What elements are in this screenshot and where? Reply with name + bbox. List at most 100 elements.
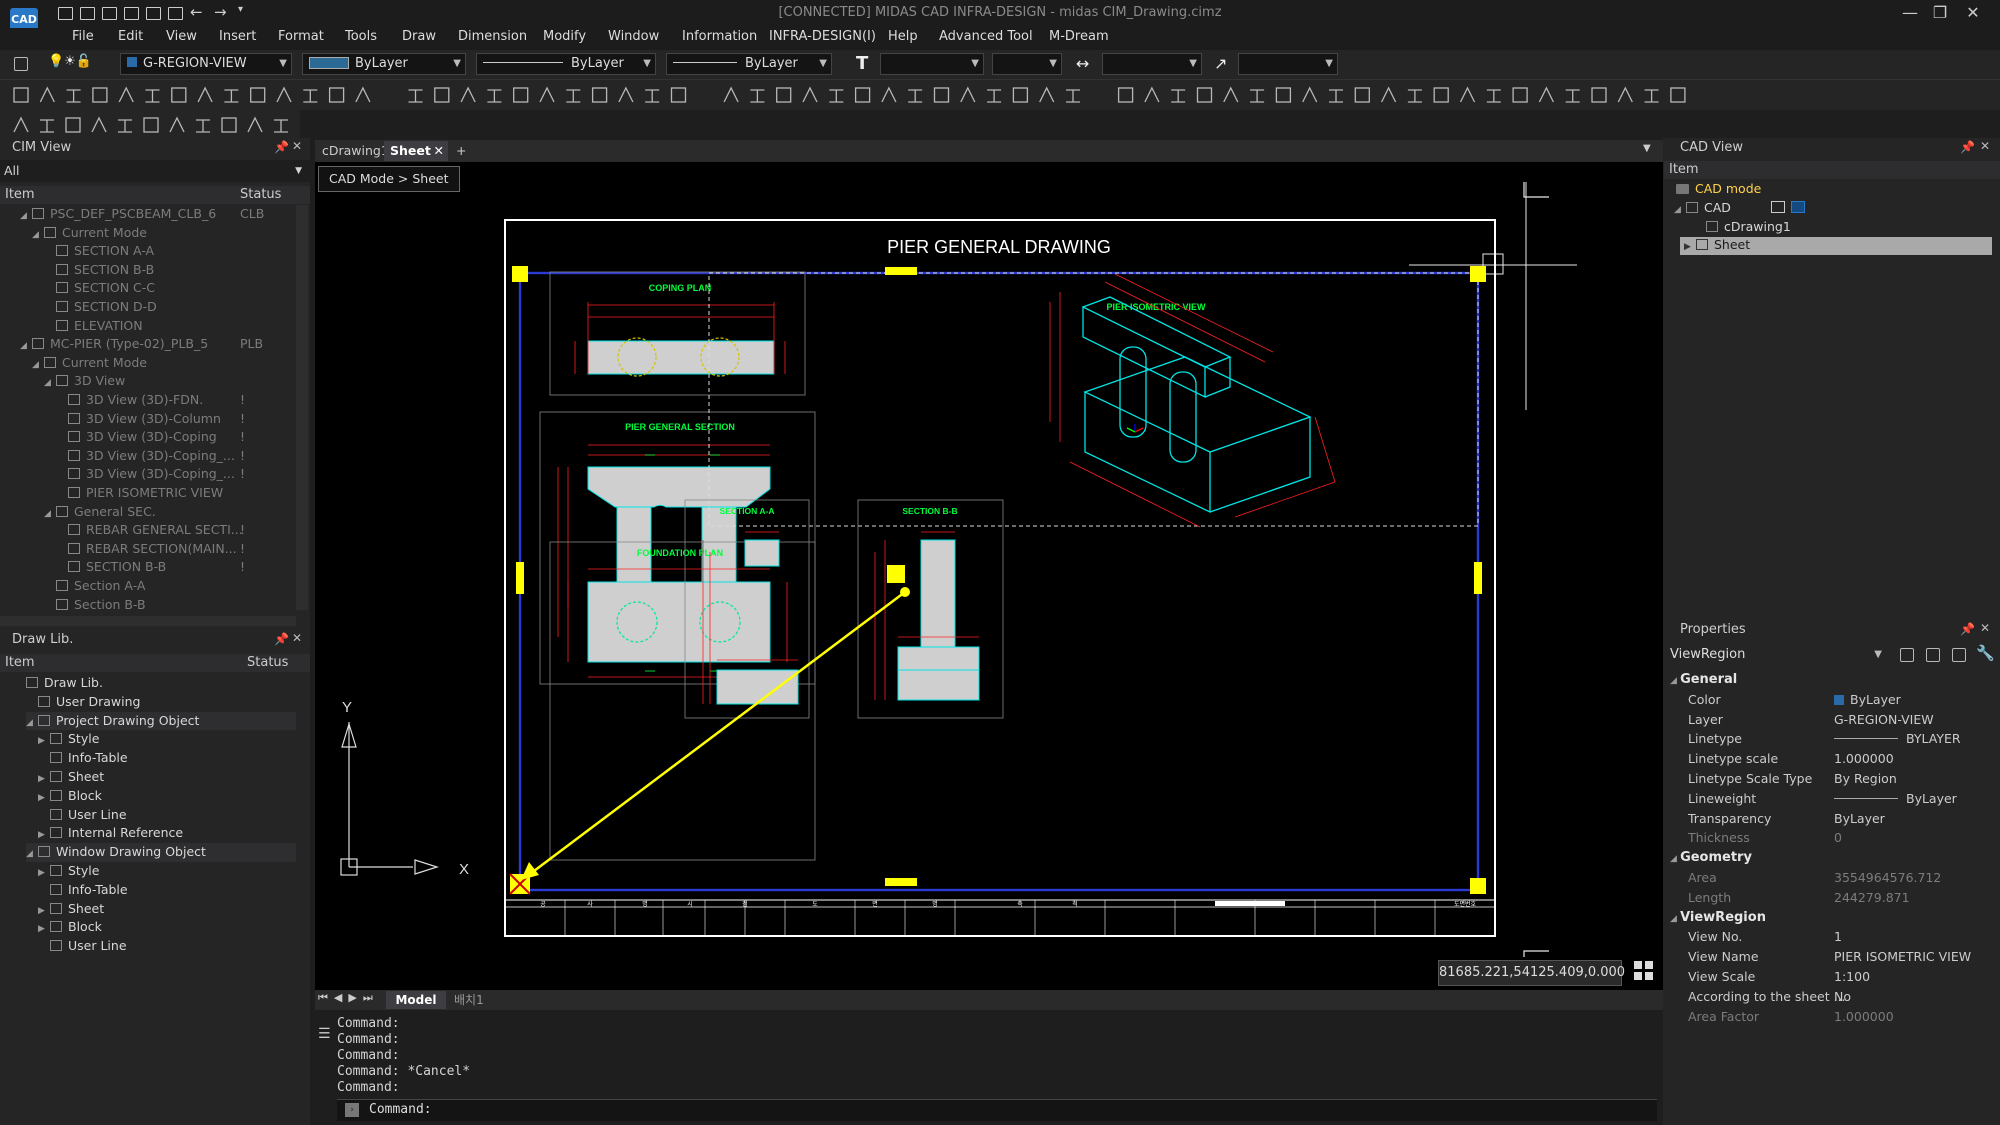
sheet-frame[interactable] xyxy=(504,219,1496,937)
window-icon[interactable] xyxy=(1770,201,1785,213)
tool-icon[interactable] xyxy=(355,86,371,103)
tool-icon[interactable] xyxy=(987,89,1002,103)
tool-icon[interactable] xyxy=(169,116,185,133)
drawing-svg[interactable]: PIER GENERAL DRAWING 공 사 명 시 점 도 면 명 축 척 도면번호 COPI… xyxy=(315,162,1663,990)
close-icon[interactable]: ✕ xyxy=(292,139,302,153)
property-value[interactable]: No xyxy=(1834,989,1851,1004)
tool-icon[interactable] xyxy=(1223,86,1239,103)
tool-icon[interactable] xyxy=(408,89,423,103)
tool-icon[interactable] xyxy=(1538,86,1554,103)
tool-icon[interactable] xyxy=(13,116,29,133)
tool-icon[interactable] xyxy=(1275,87,1292,103)
pin-icon[interactable]: 📌 xyxy=(274,140,289,154)
tree-row[interactable]: ◢ 3D View xyxy=(44,372,125,391)
lib-tree-row[interactable]: User Drawing xyxy=(26,693,140,712)
property-value[interactable]: BYLAYER xyxy=(1834,731,1961,746)
tool-icon[interactable] xyxy=(434,87,450,103)
lib-tree-row[interactable]: Info-Table xyxy=(38,749,128,768)
property-grid[interactable]: ◢ General Color ByLayer Layer G-REGION-VIEW L… xyxy=(1664,668,2000,1038)
tool-icon[interactable] xyxy=(143,117,159,133)
tool-icon[interactable] xyxy=(829,89,844,103)
layout-nav-icons[interactable]: ⏮◀▶⏭ xyxy=(318,991,379,1005)
tree-row[interactable]: 3D View (3D)-Coping_... xyxy=(56,465,235,484)
expand-icon[interactable]: ◢ xyxy=(26,714,38,733)
tool-icon[interactable] xyxy=(618,86,634,103)
tool-icon[interactable] xyxy=(13,87,29,103)
expand-icon[interactable]: ◢ xyxy=(44,374,56,393)
tool-icon[interactable] xyxy=(645,89,660,103)
tool-icon[interactable] xyxy=(1329,89,1343,103)
tree-row[interactable]: SECTION D-D xyxy=(44,298,157,317)
expand-icon[interactable]: ◢ xyxy=(32,356,44,375)
cad-tree-cdrawing1[interactable]: cDrawing1 xyxy=(1706,218,1791,237)
tree-row[interactable]: ◢ General SEC. xyxy=(44,503,156,522)
wrench-icon[interactable]: 🔧 xyxy=(1976,644,1995,662)
select-objects-icon[interactable] xyxy=(1926,648,1940,662)
tool-icon[interactable] xyxy=(881,86,897,103)
tool-icon[interactable] xyxy=(933,87,950,103)
tool-icon[interactable] xyxy=(776,87,792,103)
text-style-icon[interactable]: T xyxy=(856,53,868,74)
menu-insert[interactable]: Insert xyxy=(219,29,256,44)
lib-tree-row[interactable]: User Line xyxy=(38,937,127,956)
close-icon[interactable]: ✕ xyxy=(292,631,302,645)
tree-row[interactable]: REBAR SECTION(MAIN... xyxy=(56,540,237,559)
expand-icon[interactable]: ▶ xyxy=(38,864,50,883)
close-icon[interactable]: ✕ xyxy=(434,141,444,161)
layer-combo[interactable]: G-REGION-VIEW ▼ xyxy=(120,53,292,75)
property-section[interactable]: ◢ Geometry xyxy=(1670,850,1752,865)
tree-row[interactable]: PIER ISOMETRIC VIEW xyxy=(56,484,223,503)
menu-view[interactable]: View xyxy=(166,29,197,44)
menu-m-dream[interactable]: M-Dream xyxy=(1049,29,1109,44)
tool-icon[interactable] xyxy=(250,87,266,103)
cad-tree-cad[interactable]: ◢ CAD xyxy=(1674,199,1805,218)
maximize-button[interactable]: ❐ xyxy=(1925,3,1955,22)
property-value[interactable]: By Region xyxy=(1834,771,1897,786)
pin-icon[interactable]: 📌 xyxy=(1960,622,1975,636)
tool-icon[interactable] xyxy=(1039,86,1055,103)
tool-icon[interactable] xyxy=(1117,87,1134,103)
tree-row[interactable]: ◢ Current Mode xyxy=(32,224,147,243)
lib-tree-row[interactable]: ◢ Window Drawing Object xyxy=(26,843,296,862)
linetype-combo[interactable]: ByLayer ▼ xyxy=(476,53,656,75)
command-input[interactable]: › Command: xyxy=(337,1099,1657,1121)
text-height-combo[interactable]: ▼ xyxy=(992,53,1062,75)
tool-icon[interactable] xyxy=(1012,87,1029,103)
lib-tree-row[interactable]: ▶ Sheet xyxy=(38,768,104,787)
cad-tree-cad-mode[interactable]: CAD mode xyxy=(1676,180,1761,199)
menu-file[interactable]: File xyxy=(72,29,94,44)
expand-icon[interactable]: ▶ xyxy=(38,826,50,845)
lib-tree-row[interactable]: ▶ Sheet xyxy=(38,900,104,919)
tool-icon[interactable] xyxy=(566,89,581,103)
tool-icon[interactable] xyxy=(591,87,608,103)
lib-tree-row[interactable]: ▶ Block xyxy=(38,787,102,806)
tool-icon[interactable] xyxy=(1144,86,1160,103)
expand-icon[interactable]: ▶ xyxy=(38,920,50,939)
grid-layout-icon[interactable] xyxy=(1634,961,1654,981)
tool-icon[interactable] xyxy=(197,86,213,103)
tree-row[interactable]: SECTION B-B xyxy=(44,261,154,280)
tab-list-icon[interactable]: ▼ xyxy=(1643,143,1651,154)
tool-icon[interactable] xyxy=(960,86,976,103)
pier-isometric-view[interactable]: PIER ISOMETRIC VIEW xyxy=(708,272,1479,528)
expand-icon[interactable]: ▶ xyxy=(38,732,50,751)
tool-icon[interactable] xyxy=(1644,89,1659,103)
close-icon[interactable]: ✕ xyxy=(1980,621,1990,635)
lib-tree-row[interactable]: User Line xyxy=(38,806,127,825)
layer-state-icons[interactable]: 💡☀🔓 xyxy=(48,54,92,69)
tool-icon[interactable] xyxy=(66,89,81,103)
text-style-combo[interactable]: ▼ xyxy=(880,53,984,75)
tool-icon[interactable] xyxy=(171,87,187,103)
tree-row[interactable]: REBAR GENERAL SECTI... xyxy=(56,521,243,540)
close-button[interactable]: ✕ xyxy=(1958,3,1988,22)
tool-icon[interactable] xyxy=(39,86,55,103)
menu-tools[interactable]: Tools xyxy=(345,29,377,44)
command-menu-icon[interactable]: ☰ xyxy=(318,1026,331,1042)
tool-icon[interactable] xyxy=(723,86,739,103)
tree-row[interactable]: 3D View (3D)-FDN. xyxy=(56,391,203,410)
property-value[interactable]: ByLayer xyxy=(1834,692,1901,707)
property-value[interactable]: ByLayer xyxy=(1834,811,1885,826)
tab-sheet[interactable]: Sheet ✕ xyxy=(384,141,448,161)
tree-row[interactable]: ◢ PSC_DEF_PSCBEAM_CLB_6 xyxy=(20,205,216,224)
lib-tree-row[interactable]: ▶ Internal Reference xyxy=(38,824,183,843)
